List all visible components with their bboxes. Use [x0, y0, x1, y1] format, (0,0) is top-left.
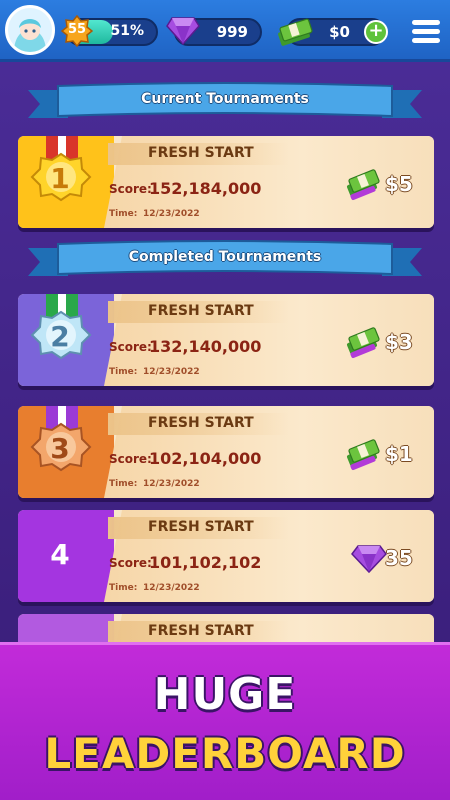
menu-button[interactable]	[412, 20, 440, 44]
gem-icon	[166, 17, 200, 46]
player-level: 55	[67, 22, 87, 37]
tournament-name: FRESH START	[148, 415, 254, 431]
score-value: 152,184,000	[149, 179, 262, 198]
menu-icon-bar	[412, 20, 440, 25]
menu-icon-bar	[412, 38, 440, 43]
xp-percent: 51%	[110, 23, 144, 39]
cash-icon	[278, 18, 313, 46]
reward-value: $3	[385, 330, 413, 354]
rank-number: 1	[50, 162, 70, 195]
time-value: 12/23/2022	[143, 583, 200, 593]
time-value: 12/23/2022	[143, 209, 200, 219]
tournament-card-2[interactable]: 2 FRESH START Score: 132,140,000 Time: 1…	[18, 294, 434, 386]
score-value: 132,140,000	[149, 337, 262, 356]
score-value: 101,102,102	[149, 553, 262, 572]
add-cash-button[interactable]: +	[364, 20, 388, 44]
cash-icon	[347, 169, 380, 201]
score-label: Score:	[109, 452, 152, 466]
reward-value: 35	[385, 546, 413, 570]
reward-value: $5	[385, 172, 413, 196]
time-label: Time:	[109, 367, 138, 377]
tournament-card-1[interactable]: 1 FRESH START Score: 152,184,000 Time: 1…	[18, 136, 434, 228]
time-value: 12/23/2022	[143, 479, 200, 489]
tournament-name: FRESH START	[148, 303, 254, 319]
menu-icon-bar	[412, 29, 440, 34]
promo-banner: HUGE LEADERBOARD	[0, 642, 450, 800]
cash-icon	[347, 327, 380, 359]
tournament-card-4[interactable]: 4 FRESH START Score: 101,102,102 Time: 1…	[18, 510, 434, 602]
tournament-name: FRESH START	[148, 145, 254, 161]
top-bar: 51% 55 999 $0 +	[0, 0, 450, 62]
rank-number: 3	[50, 432, 70, 465]
rank-number: 2	[50, 320, 70, 353]
completed-tournaments-ribbon: Completed Tournaments	[28, 240, 422, 284]
promo-headline-line2: LEADERBOARD	[44, 729, 406, 778]
section-title-current: Current Tournaments	[141, 91, 309, 107]
current-tournaments-ribbon: Current Tournaments	[28, 82, 422, 126]
time-label: Time:	[109, 583, 138, 593]
cash-icon	[347, 439, 380, 471]
tournament-name: FRESH START	[148, 623, 254, 639]
avatar[interactable]	[5, 5, 55, 55]
score-label: Score:	[109, 182, 152, 196]
gem-icon	[351, 545, 387, 574]
tournament-list-panel: Current Tournaments Completed Tournament…	[0, 62, 450, 706]
tournament-name: FRESH START	[148, 519, 254, 535]
score-label: Score:	[109, 340, 152, 354]
rank-number: 4	[50, 538, 70, 571]
section-title-completed: Completed Tournaments	[128, 249, 322, 265]
tournament-card-3[interactable]: 3 FRESH START Score: 102,104,000 Time: 1…	[18, 406, 434, 498]
score-value: 102,104,000	[149, 449, 262, 468]
promo-headline-line1: HUGE	[153, 669, 297, 720]
score-label: Score:	[109, 556, 152, 570]
time-value: 12/23/2022	[143, 367, 200, 377]
reward-value: $1	[385, 442, 413, 466]
time-label: Time:	[109, 209, 138, 219]
time-label: Time:	[109, 479, 138, 489]
avatar-portrait-icon	[8, 8, 52, 52]
